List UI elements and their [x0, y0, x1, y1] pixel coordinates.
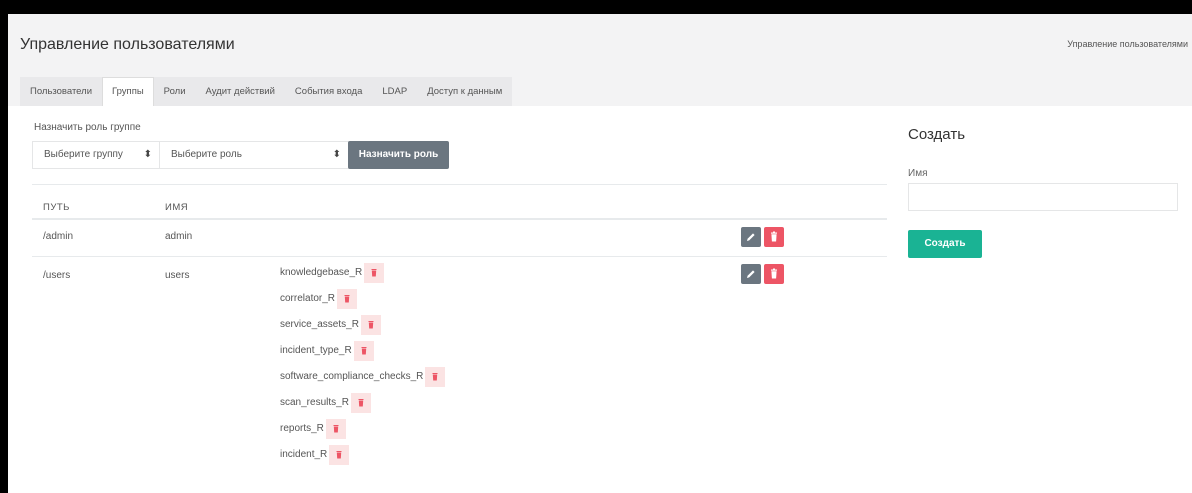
role-tag-label: knowledgebase_R — [280, 267, 363, 278]
role-tag: reports_R — [280, 419, 346, 439]
column-header-path: ПУТЬ — [43, 202, 70, 213]
delete-group-button[interactable] — [764, 264, 784, 284]
row-name: users — [165, 270, 190, 281]
assign-role-button[interactable]: Назначить роль — [348, 141, 449, 169]
remove-role-button[interactable] — [337, 289, 358, 309]
remove-role-button[interactable] — [325, 419, 346, 439]
tab-roles[interactable]: Роли — [153, 77, 196, 106]
groups-panel: Назначить роль группе Выберите группу ⬍ … — [8, 106, 1192, 493]
pencil-icon — [747, 270, 755, 278]
breadcrumb[interactable]: Управление пользователями — [1067, 39, 1188, 49]
column-header-name: ИМЯ — [165, 202, 189, 213]
role-tag: incident_R — [280, 445, 350, 465]
tab-data-access[interactable]: Доступ к данным — [417, 77, 513, 106]
role-tag: correlator_R — [280, 289, 358, 309]
trash-icon — [371, 269, 377, 277]
trash-icon — [358, 399, 364, 407]
pencil-icon — [747, 233, 755, 241]
page-title: Управление пользователями — [20, 36, 235, 53]
role-tag-label: incident_type_R — [280, 345, 352, 356]
role-tag: knowledgebase_R — [280, 263, 385, 283]
role-tag-label: service_assets_R — [280, 319, 359, 330]
page-header: Управление пользователями Управление пол… — [8, 14, 1192, 71]
table-header-divider — [32, 218, 887, 220]
row-divider — [32, 256, 887, 257]
sort-caret-icon: ⬍ — [332, 149, 341, 160]
trash-icon — [333, 425, 339, 433]
role-tag: service_assets_R — [280, 315, 381, 335]
remove-role-button[interactable] — [364, 263, 385, 283]
edit-group-button[interactable] — [741, 264, 761, 284]
row-path: /admin — [43, 231, 74, 242]
create-group-button[interactable]: Создать — [908, 230, 982, 258]
remove-role-button[interactable] — [329, 445, 350, 465]
remove-role-button[interactable] — [425, 367, 446, 387]
trash-icon — [771, 231, 777, 242]
name-label: Имя — [908, 168, 928, 179]
tab-login-events[interactable]: События входа — [284, 77, 373, 106]
tab-action-audit[interactable]: Аудит действий — [195, 77, 285, 106]
role-tag: incident_type_R — [280, 341, 374, 361]
trash-icon — [344, 295, 350, 303]
sort-caret-icon: ⬍ — [143, 149, 152, 160]
row-name: admin — [165, 231, 193, 242]
create-title: Создать — [908, 126, 966, 143]
tabs-bar: Пользователи Группы Роли Аудит действий … — [8, 71, 1192, 106]
tab-list: Пользователи Группы Роли Аудит действий … — [20, 77, 513, 106]
role-select[interactable]: Выберите роль ⬍ — [159, 141, 349, 169]
group-select-value: Выберите группу — [44, 149, 123, 160]
edit-group-button[interactable] — [741, 227, 761, 247]
role-tag-label: software_compliance_checks_R — [280, 371, 424, 382]
trash-icon — [361, 347, 367, 355]
row-path: /users — [43, 270, 71, 281]
trash-icon — [432, 373, 438, 381]
tab-groups[interactable]: Группы — [102, 77, 154, 106]
remove-role-button[interactable] — [360, 315, 381, 335]
trash-icon — [368, 321, 374, 329]
assign-role-label: Назначить роль группе — [34, 122, 141, 133]
role-tag: software_compliance_checks_R — [280, 367, 446, 387]
group-name-input[interactable] — [908, 183, 1178, 211]
trash-icon — [336, 451, 342, 459]
remove-role-button[interactable] — [353, 341, 374, 361]
role-tag-label: incident_R — [280, 449, 328, 460]
role-tag: scan_results_R — [280, 393, 371, 413]
role-tag-label: reports_R — [280, 423, 324, 434]
role-tag-label: scan_results_R — [280, 397, 349, 408]
group-select[interactable]: Выберите группу ⬍ — [32, 141, 160, 169]
table-top-divider — [32, 184, 887, 185]
tab-users[interactable]: Пользователи — [20, 77, 103, 106]
remove-role-button[interactable] — [350, 393, 371, 413]
delete-group-button[interactable] — [764, 227, 784, 247]
tab-ldap[interactable]: LDAP — [372, 77, 418, 106]
trash-icon — [771, 268, 777, 279]
role-select-value: Выберите роль — [171, 149, 242, 160]
role-tag-label: correlator_R — [280, 293, 336, 304]
app-window: Управление пользователями Управление пол… — [0, 0, 1192, 493]
